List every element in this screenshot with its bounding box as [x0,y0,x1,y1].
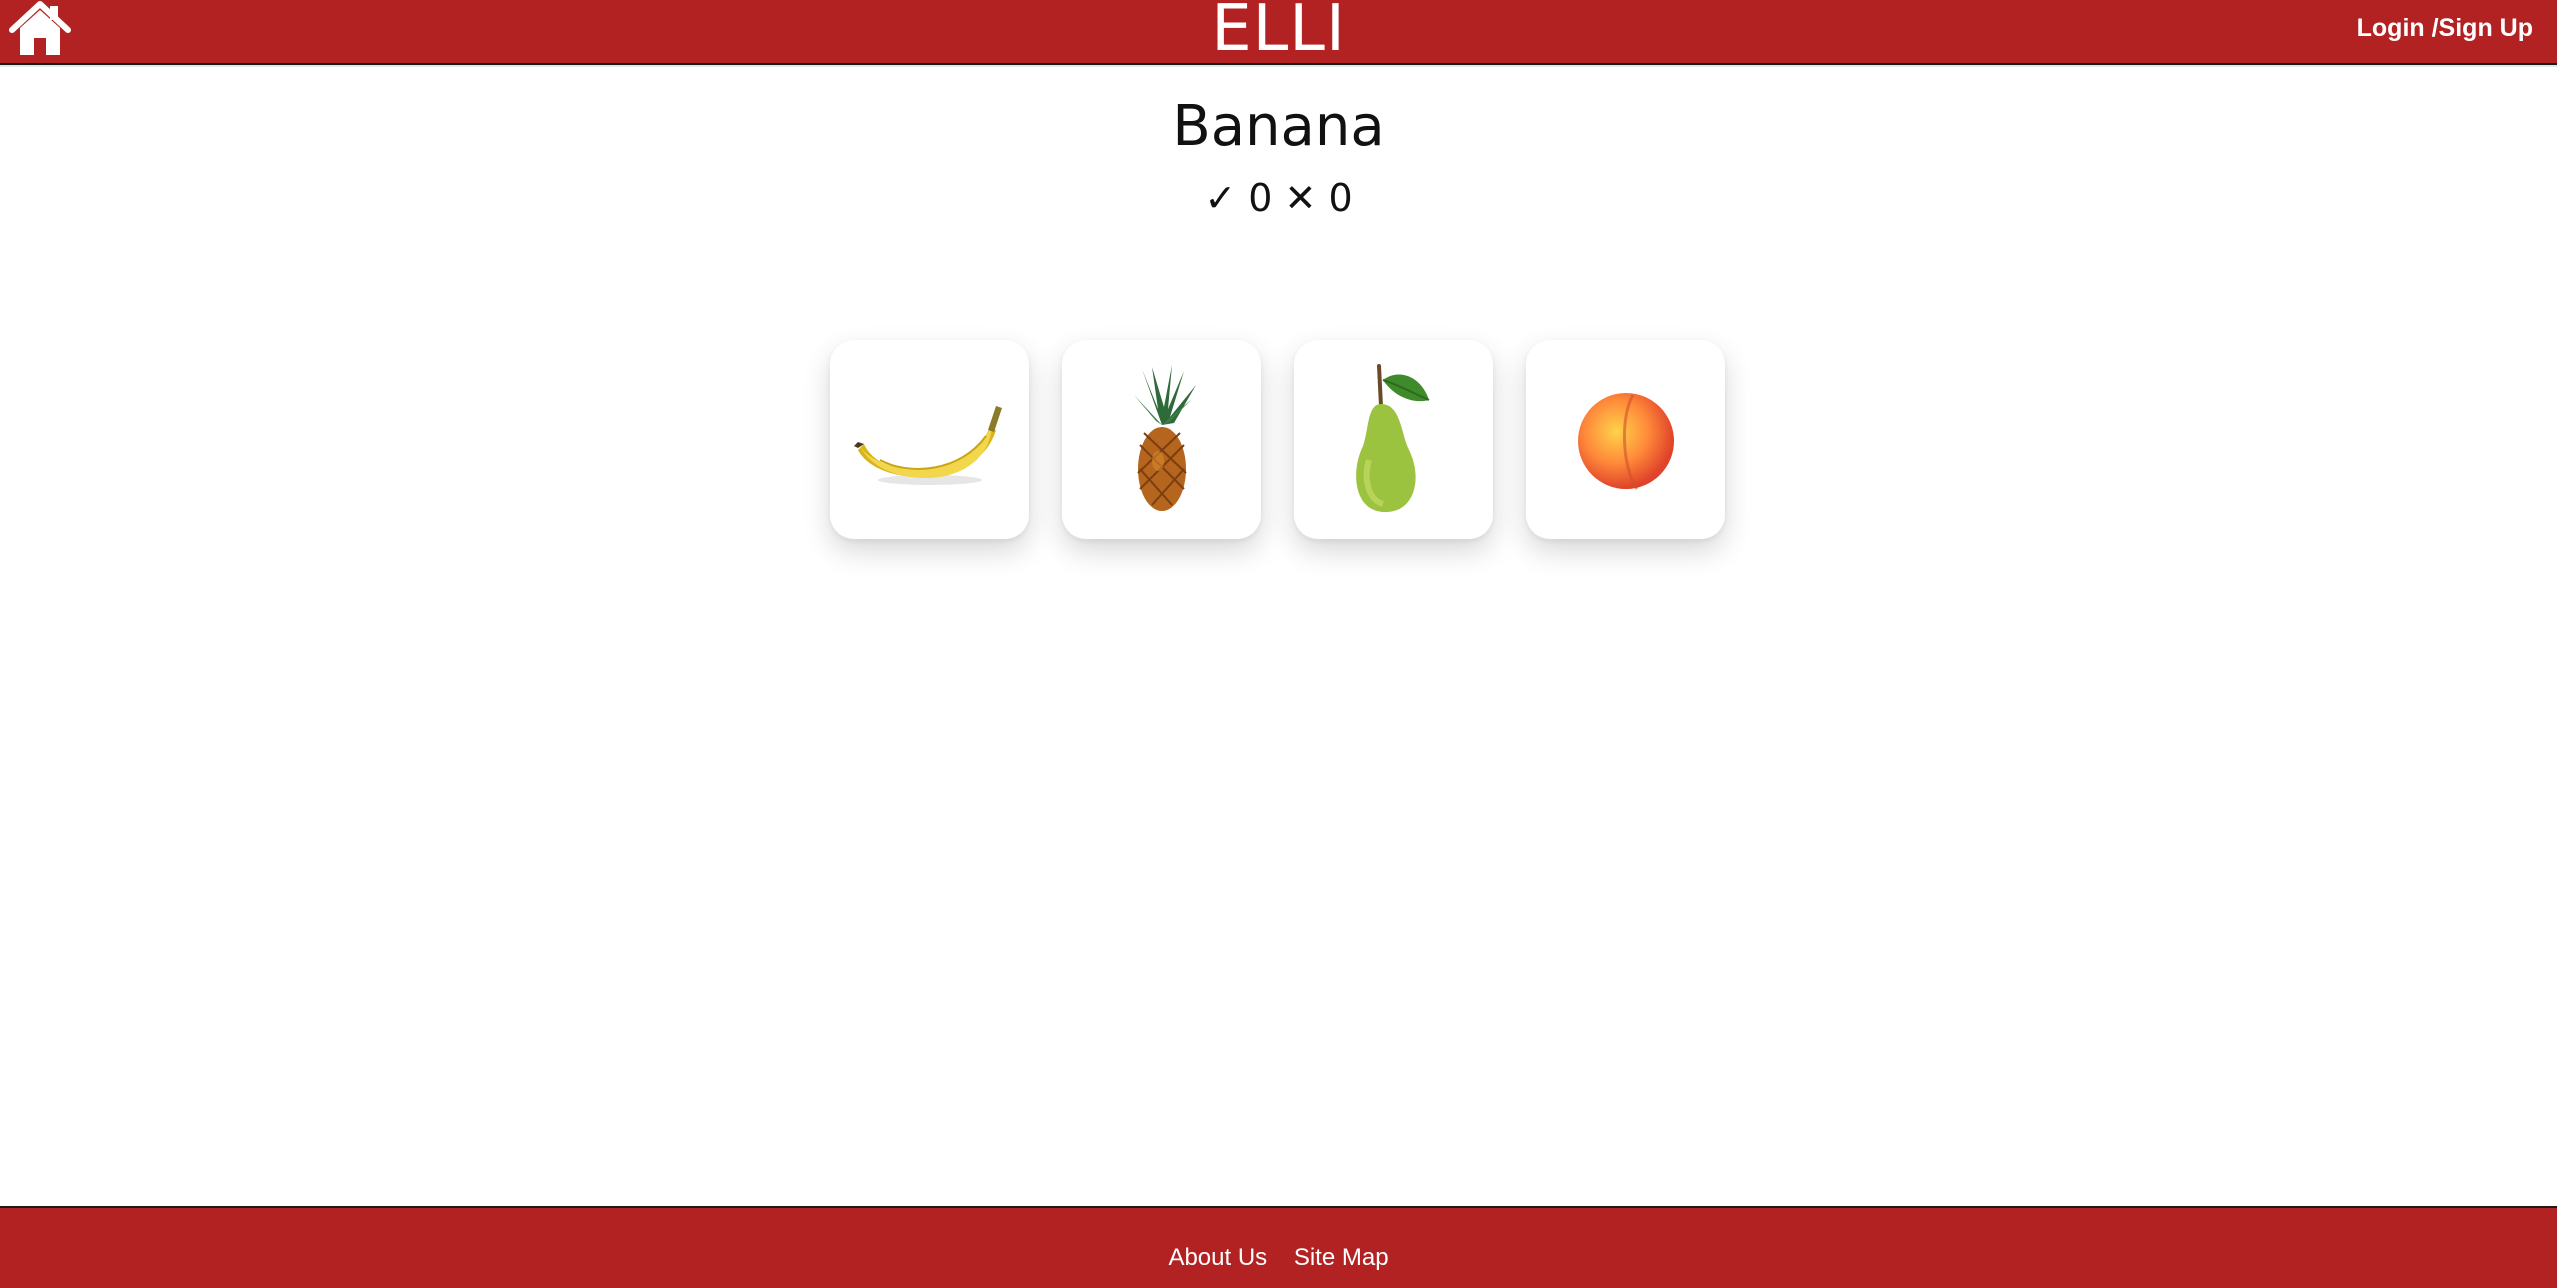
wrong-icon: ✕ [1284,176,1317,220]
peach-icon [1577,392,1674,490]
banana-icon [853,405,1002,485]
brand-title: ELLI [1211,0,1346,66]
option-card-pear[interactable] [1294,340,1493,539]
target-word: Banana [1172,94,1385,159]
top-navbar: ELLI Login /Sign Up [0,0,2557,65]
answer-options [830,340,1725,539]
pear-icon [1355,363,1429,512]
about-us-link[interactable]: About Us [1168,1244,1267,1271]
option-card-pineapple[interactable] [1062,340,1261,539]
correct-count: 0 [1248,176,1273,220]
login-signup-link[interactable]: Login /Sign Up [2357,14,2533,43]
option-card-peach[interactable] [1526,340,1725,539]
correct-icon: ✓ [1204,176,1237,220]
wrong-count: 0 [1328,176,1353,220]
option-card-banana[interactable] [830,340,1029,539]
pineapple-icon [1133,364,1196,511]
footer: About Us Site Map [0,1206,2557,1288]
site-map-link[interactable]: Site Map [1294,1244,1389,1271]
footer-links: About Us Site Map [0,1244,2557,1272]
score-display: ✓ 0 ✕ 0 [0,176,2557,220]
